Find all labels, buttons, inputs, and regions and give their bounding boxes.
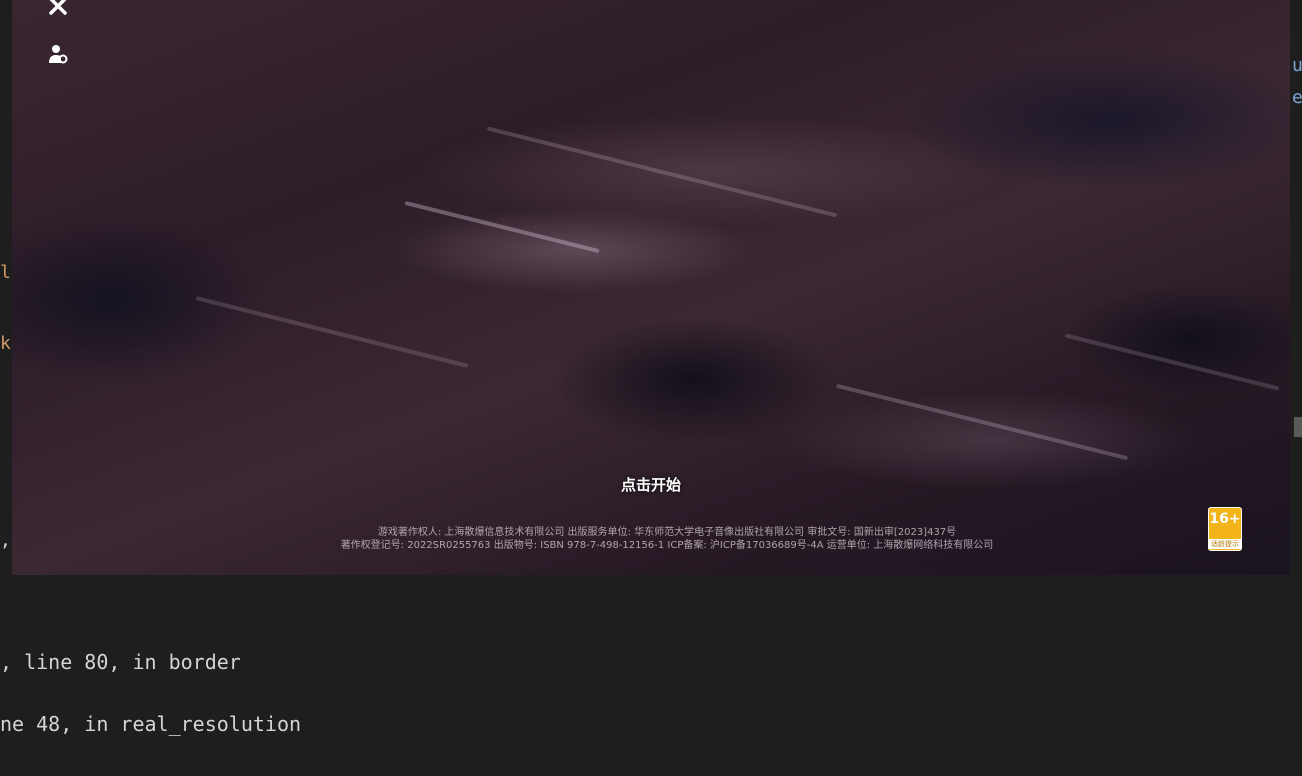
age-rating-number: 16+	[1209, 511, 1241, 527]
terminal-line: ne 48, in real_resolution	[0, 712, 302, 736]
editor-left-strip: li ka ,	[0, 0, 12, 578]
copyright-line: 著作权登记号: 2022SR0255763 出版物号: ISBN 978-7-4…	[340, 540, 994, 551]
terminal-line: , line 80, in border	[0, 650, 241, 674]
user-settings-icon[interactable]	[44, 40, 72, 68]
editor-text-fragment: li	[0, 262, 12, 283]
close-icon[interactable]	[44, 0, 72, 20]
editor-text-fragment: e	[1292, 87, 1302, 108]
tap-to-start-label[interactable]: 点击开始	[12, 474, 1290, 495]
landscape-streak	[404, 200, 600, 254]
landscape-streak	[1064, 333, 1280, 391]
scrollbar-thumb[interactable]	[1294, 417, 1302, 437]
age-rating-caption: 适龄提示	[1209, 539, 1241, 549]
editor-right-strip: u e	[1290, 0, 1302, 578]
editor-text-fragment: u	[1292, 55, 1302, 76]
editor-text-fragment: ,	[0, 530, 11, 551]
age-rating-badge: 16+ 适龄提示	[1208, 507, 1242, 551]
terminal-panel[interactable]: , line 80, in border ne 48, in real_reso…	[0, 578, 1302, 776]
game-window[interactable]: 点击开始 游戏著作权人: 上海散爆信息技术有限公司 出版服务单位: 华东师范大学…	[12, 0, 1290, 575]
editor-text-fragment: ka	[0, 333, 12, 354]
landscape-streak	[195, 296, 469, 368]
landscape-streak	[486, 126, 838, 218]
landscape-streak	[835, 383, 1129, 461]
